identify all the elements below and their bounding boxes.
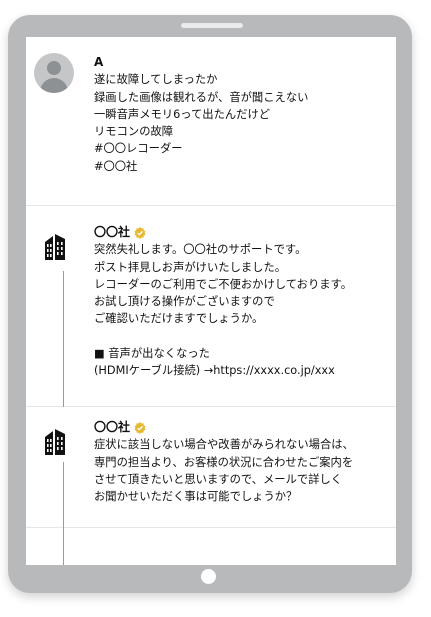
post-text-line: 遂に故障してしまったか xyxy=(94,73,218,87)
post-item[interactable]: 〇〇社 症状に該当しない場合や改善がみられない場合は、 専門の担当より、お客様の… xyxy=(26,407,396,528)
hashtag-link[interactable]: #〇〇レコーダー xyxy=(94,140,390,157)
post-text-line: お聞かせいただく事は可能でしょうか？ xyxy=(94,490,298,504)
post-text-line: 専門の担当より、お客様の状況に合わせたご案内を xyxy=(94,455,354,469)
post-text-line: 一瞬音声メモリ6って出たんだけど xyxy=(94,107,271,121)
post-text-line: レコーダーのご利用でご不便おかけしております。 xyxy=(94,277,353,291)
post-text-line: お試し頂ける操作がございますので xyxy=(94,295,275,309)
post-text-line: ■ 音声が出なくなった xyxy=(94,347,210,361)
post-text-line: 録画した画像は観れるが、音が聞こえない xyxy=(94,90,309,104)
post-author-name[interactable]: 〇〇社 xyxy=(94,224,130,241)
verified-badge-icon xyxy=(134,226,146,239)
post-author-name[interactable]: A xyxy=(94,54,390,71)
tablet-device-frame: A 遂に故障してしまったか 録画した画像は観れるが、音が聞こえない 一瞬音声メモ… xyxy=(8,15,412,593)
post-item[interactable]: 〇〇社 突然失礼します。〇〇社のサポートです。 ポスト拝見しお声がけいたしました… xyxy=(26,206,396,407)
tablet-screen: A 遂に故障してしまったか 録画した画像は観れるが、音が聞こえない 一瞬音声メモ… xyxy=(26,37,396,565)
user-avatar-icon[interactable] xyxy=(34,53,74,93)
verified-badge-icon xyxy=(134,421,146,434)
tablet-speaker xyxy=(181,23,243,28)
post-text-line: ポスト拝見しお声がけいたしました。 xyxy=(94,260,287,274)
home-button[interactable] xyxy=(201,569,216,584)
post-content: 〇〇社 症状に該当しない場合や改善がみられない場合は、 専門の担当より、お客様の… xyxy=(94,419,390,505)
post-author-row: 〇〇社 xyxy=(94,224,390,241)
building-icon[interactable] xyxy=(44,429,66,455)
post-text-line: させて頂きたいと思いますので、メールで詳しく xyxy=(94,472,343,486)
post-author-row: 〇〇社 xyxy=(94,419,390,436)
support-link-line[interactable]: (HDMIケーブル接続) →https://xxxx.co.jp/xxx xyxy=(94,362,390,379)
post-content: 〇〇社 突然失礼します。〇〇社のサポートです。 ポスト拝見しお声がけいたしました… xyxy=(94,224,390,380)
post-text-line: リモコンの故障 xyxy=(94,125,174,139)
post-item[interactable]: A 遂に故障してしまったか 録画した画像は観れるが、音が聞こえない 一瞬音声メモ… xyxy=(26,37,396,206)
post-author-name[interactable]: 〇〇社 xyxy=(94,419,130,436)
post-content: A 遂に故障してしまったか 録画した画像は観れるが、音が聞こえない 一瞬音声メモ… xyxy=(94,54,390,175)
post-text-line: 突然失礼します。〇〇社のサポートです。 xyxy=(94,243,307,257)
hashtag-link[interactable]: #〇〇社 xyxy=(94,158,390,175)
thread-connector-line xyxy=(63,271,64,407)
building-icon[interactable] xyxy=(44,234,66,260)
thread-connector-line xyxy=(63,462,64,565)
post-text-line: ご確認いただけますでしょうか。 xyxy=(94,312,264,326)
post-text-line: 症状に該当しない場合や改善がみられない場合は、 xyxy=(94,438,354,452)
